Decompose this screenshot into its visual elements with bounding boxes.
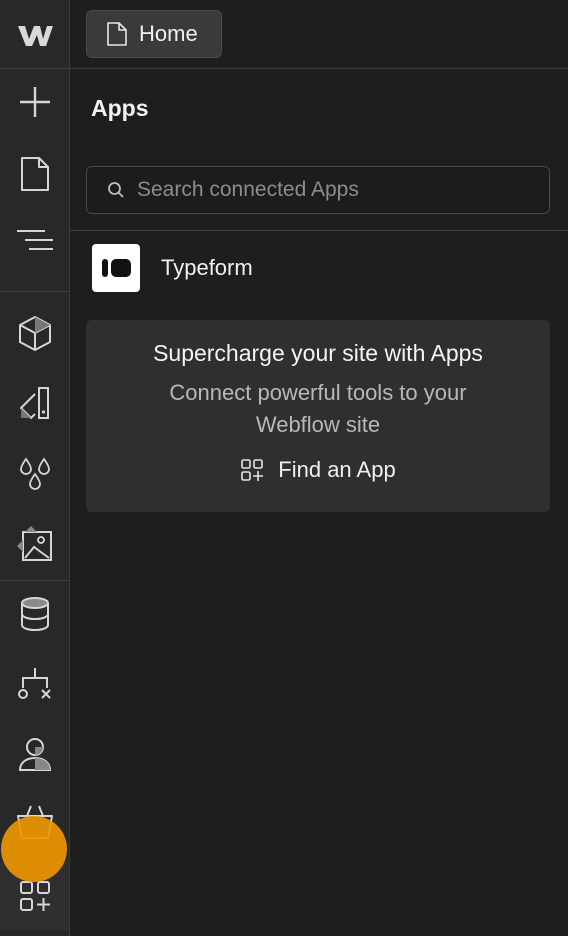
style-selectors-button[interactable] xyxy=(0,374,69,434)
search-box[interactable] xyxy=(86,166,550,214)
left-toolbar xyxy=(0,0,70,936)
components-button[interactable] xyxy=(0,303,69,363)
webflow-logo-icon xyxy=(17,26,53,46)
page-selector-label: Home xyxy=(139,21,198,46)
promo-title: Supercharge your site with Apps xyxy=(153,340,483,366)
rail-divider xyxy=(0,580,69,581)
image-icon xyxy=(16,526,52,561)
app-name: Typeform xyxy=(161,255,253,280)
rail-divider xyxy=(0,68,69,69)
webflow-logo[interactable] xyxy=(0,5,69,65)
plus-icon xyxy=(19,87,50,117)
navigator-icon xyxy=(16,230,53,250)
promo-subtitle: Connect powerful tools to your Webflow s… xyxy=(169,380,467,437)
apps-add-icon xyxy=(241,459,264,481)
style-icon xyxy=(19,387,49,420)
typeform-logo xyxy=(92,244,140,292)
find-app-button[interactable]: Find an App xyxy=(240,457,396,483)
top-bar: Home xyxy=(70,0,568,69)
database-icon xyxy=(20,597,49,632)
add-elements-button[interactable] xyxy=(0,72,69,132)
assets-button[interactable] xyxy=(0,514,69,574)
page-icon xyxy=(107,22,127,46)
app-window: Home Apps Typeform Supercharge your site… xyxy=(0,0,568,936)
page-selector-button[interactable]: Home xyxy=(86,10,222,58)
apps-promo-card: Supercharge your site with Apps Connect … xyxy=(86,320,550,512)
flow-icon xyxy=(17,668,51,699)
apps-icon xyxy=(19,881,50,911)
cms-button[interactable] xyxy=(0,584,69,644)
find-app-label: Find an App xyxy=(278,457,396,482)
search-input[interactable] xyxy=(137,178,517,202)
apps-panel: Apps Typeform Supercharge your site with… xyxy=(70,69,568,936)
rail-divider xyxy=(0,291,69,292)
users-button[interactable] xyxy=(0,724,69,784)
drops-icon xyxy=(19,457,50,490)
panel-title: Apps xyxy=(91,95,149,121)
app-list-item[interactable]: Typeform xyxy=(70,237,568,299)
page-icon xyxy=(20,157,49,191)
user-icon xyxy=(18,738,51,771)
panel-divider xyxy=(70,230,568,231)
search-icon xyxy=(108,182,124,198)
pages-button[interactable] xyxy=(0,144,69,204)
logic-button[interactable] xyxy=(0,654,69,714)
navigator-button[interactable] xyxy=(0,211,69,271)
cursor-highlight xyxy=(1,816,67,882)
cube-icon xyxy=(18,316,51,351)
variables-button[interactable] xyxy=(0,444,69,504)
